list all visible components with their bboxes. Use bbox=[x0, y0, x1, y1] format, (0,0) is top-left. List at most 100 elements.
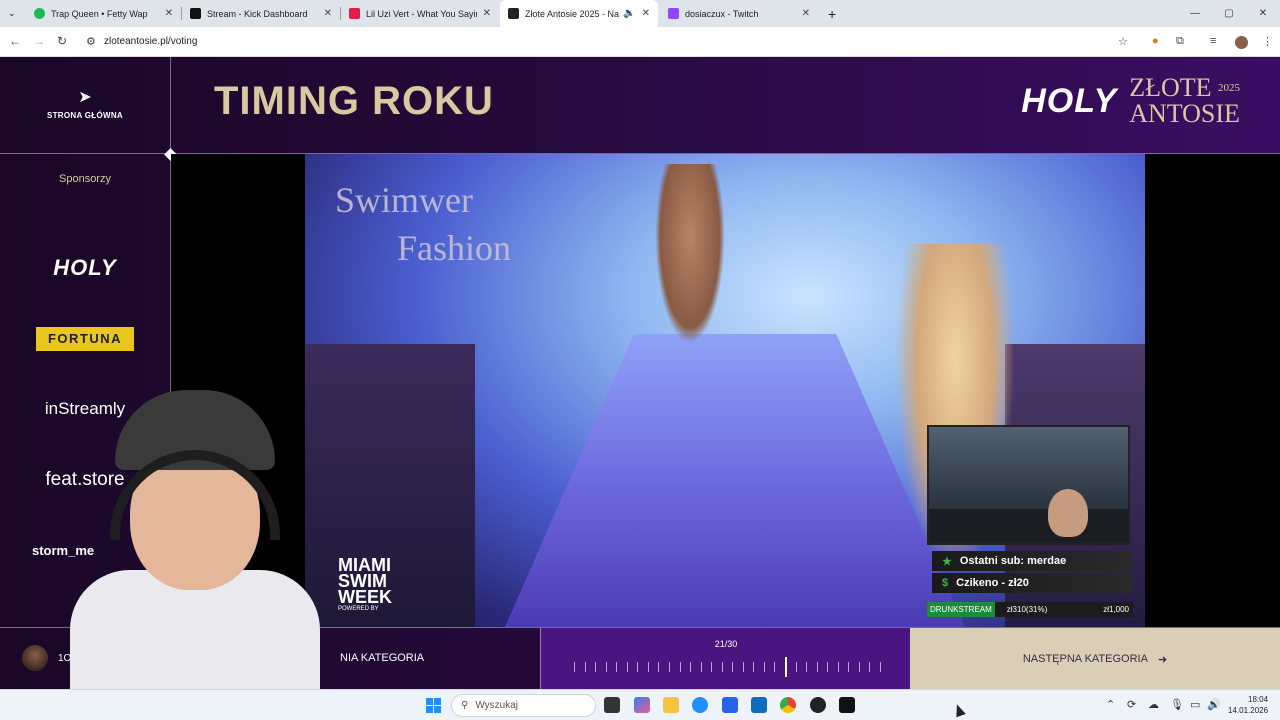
tab-search-icon[interactable]: ≡ bbox=[1210, 35, 1216, 47]
bookmark-star-icon[interactable]: ☆ bbox=[1118, 35, 1128, 48]
progress-tick bbox=[869, 662, 871, 672]
close-tab-icon[interactable]: ✕ bbox=[165, 8, 173, 19]
zlote-antosie-logo: ZŁOTE 2025 ANTOSIE bbox=[1129, 73, 1240, 128]
windows-taskbar: ⚲ Wyszukaj ⌃ ⟳ ☁ 🎙 ▭ 🔊 18:04 14.01.2026 bbox=[0, 689, 1280, 720]
forward-icon[interactable]: → bbox=[33, 34, 45, 48]
progress-tick bbox=[816, 662, 818, 672]
terminal-icon[interactable] bbox=[839, 697, 855, 713]
progress-tick bbox=[848, 662, 850, 672]
taskbar-search[interactable]: ⚲ Wyszukaj bbox=[451, 694, 596, 717]
maximize-button[interactable]: ▢ bbox=[1212, 0, 1246, 27]
sponsor-fortuna[interactable]: FORTUNA bbox=[36, 327, 134, 351]
tab-twitch[interactable]: dosiaczux - Twitch ✕ bbox=[660, 0, 818, 27]
tray-sync-icon[interactable]: ⟳ bbox=[1127, 698, 1136, 711]
progress-tick bbox=[774, 662, 776, 672]
last-sub-alert: ★ Ostatni sub: merdae bbox=[932, 551, 1132, 571]
progress-tick bbox=[858, 662, 860, 672]
home-link[interactable]: ➤ STRONA GŁÓWNA bbox=[30, 87, 140, 120]
close-tab-icon[interactable]: ✕ bbox=[324, 8, 332, 19]
extension-icon[interactable]: ● bbox=[1152, 35, 1159, 47]
progress-tick bbox=[763, 662, 765, 672]
file-explorer-icon[interactable] bbox=[663, 697, 679, 713]
dollar-icon: $ bbox=[942, 577, 949, 589]
browser-tabstrip: ⌄ Trap Queen • Fetty Wap ✕ Stream - Kick… bbox=[0, 0, 1280, 27]
address-bar-row: ← → ↻ ⚙ zloteantosie.pl/voting ☆ ● ⧉ ≡ ⋮ bbox=[0, 27, 1280, 57]
progress-tick bbox=[616, 662, 618, 672]
menu-kebab-icon[interactable]: ⋮ bbox=[1262, 35, 1273, 48]
progress-tick bbox=[742, 662, 744, 672]
extensions-puzzle-icon[interactable]: ⧉ bbox=[1176, 35, 1184, 48]
progress-tick bbox=[753, 662, 755, 672]
outlook-icon[interactable] bbox=[751, 697, 767, 713]
donation-goal-bar: DRUNKSTREAM zł310(31%) zł1,000 bbox=[927, 602, 1133, 617]
obs-icon[interactable] bbox=[810, 697, 826, 713]
task-view-icon[interactable] bbox=[604, 697, 620, 713]
tray-chevron-up-icon[interactable]: ⌃ bbox=[1106, 698, 1115, 711]
progress-tick bbox=[679, 662, 681, 672]
tab-list-button[interactable]: ⌄ bbox=[0, 0, 26, 27]
progress-tick bbox=[595, 662, 597, 672]
progress-tick bbox=[647, 662, 649, 672]
tray-mic-icon[interactable]: 🎙 bbox=[1170, 698, 1184, 711]
taskbar-clock[interactable]: 18:04 14.01.2026 bbox=[1228, 694, 1268, 716]
tab-zlote-antosie[interactable]: Złote Antosie 2025 - Najwię 🔈 ✕ bbox=[500, 0, 658, 27]
close-window-button[interactable]: ✕ bbox=[1246, 0, 1280, 27]
tray-cloud-icon[interactable]: ☁ bbox=[1148, 698, 1159, 711]
close-tab-icon[interactable]: ✕ bbox=[642, 8, 650, 19]
tray-network-icon[interactable]: ▭ bbox=[1190, 698, 1200, 711]
store-icon[interactable] bbox=[722, 697, 738, 713]
next-category-button[interactable]: NASTĘPNA KATEGORIA ➜ bbox=[910, 628, 1280, 689]
progress-ticks bbox=[574, 657, 881, 677]
close-tab-icon[interactable]: ✕ bbox=[483, 8, 491, 19]
progress-tick bbox=[690, 662, 692, 672]
star-icon: ★ bbox=[942, 555, 952, 568]
progress-tick bbox=[626, 662, 628, 672]
copilot-icon[interactable] bbox=[634, 697, 650, 713]
sponsor-holy[interactable]: HOLY bbox=[30, 255, 140, 281]
minimize-button[interactable]: — bbox=[1178, 0, 1212, 27]
progress-tick bbox=[795, 662, 797, 672]
donation-alert: $ Czikeno - zł20 bbox=[932, 573, 1132, 593]
tab-youtube-lil-uzi[interactable]: Lil Uzi Vert - What You Sayin ✕ bbox=[341, 0, 499, 27]
progress-tick bbox=[711, 662, 713, 672]
progress-tick bbox=[584, 662, 586, 672]
chevron-down-icon: ⌄ bbox=[8, 8, 16, 18]
site-icon bbox=[508, 8, 519, 19]
progress-tick bbox=[732, 662, 734, 672]
tab-kick-dashboard[interactable]: Stream - Kick Dashboard ✕ bbox=[182, 0, 340, 27]
chrome-icon[interactable] bbox=[780, 697, 796, 713]
progress-tick bbox=[837, 662, 839, 672]
avatar bbox=[22, 645, 48, 671]
back-icon[interactable]: ← bbox=[9, 34, 21, 48]
site-info-icon[interactable]: ⚙ bbox=[86, 35, 96, 48]
previous-category-button[interactable]: NIA KATEGORIA bbox=[340, 652, 424, 664]
video-overlay-text: Swimwer Fashion bbox=[335, 180, 512, 268]
url-field[interactable]: zloteantosie.pl/voting bbox=[104, 36, 197, 47]
category-progress: 21/30 bbox=[540, 628, 910, 689]
speaker-icon[interactable]: 🔈 bbox=[623, 8, 635, 19]
windows-start-icon[interactable] bbox=[426, 698, 441, 713]
tray-volume-icon[interactable]: 🔊 bbox=[1207, 698, 1221, 711]
twitch-icon bbox=[668, 8, 679, 19]
brand-logo: HOLY ZŁOTE 2025 ANTOSIE bbox=[1021, 75, 1240, 127]
progress-tick bbox=[721, 662, 723, 672]
close-tab-icon[interactable]: ✕ bbox=[802, 8, 810, 19]
back-arrow-icon: ➤ bbox=[78, 89, 92, 106]
new-tab-button[interactable]: + bbox=[820, 0, 840, 27]
page-title: TIMING ROKU bbox=[214, 79, 494, 123]
cam-desk bbox=[929, 509, 1128, 543]
progress-current-tick bbox=[785, 657, 788, 677]
progress-tick bbox=[637, 662, 639, 672]
progress-tick bbox=[827, 662, 829, 672]
search-icon: ⚲ bbox=[461, 700, 469, 711]
progress-tick bbox=[806, 662, 808, 672]
progress-tick bbox=[605, 662, 607, 672]
profile-avatar-icon[interactable] bbox=[1235, 36, 1248, 49]
reload-icon[interactable]: ↻ bbox=[57, 34, 67, 48]
progress-tick bbox=[658, 662, 660, 672]
kick-icon bbox=[190, 8, 201, 19]
progress-tick bbox=[668, 662, 670, 672]
page-header: ➤ STRONA GŁÓWNA TIMING ROKU HOLY ZŁOTE 2… bbox=[0, 57, 1280, 154]
edge-icon[interactable] bbox=[692, 697, 708, 713]
tab-trap-queen[interactable]: Trap Queen • Fetty Wap ✕ bbox=[26, 0, 181, 27]
